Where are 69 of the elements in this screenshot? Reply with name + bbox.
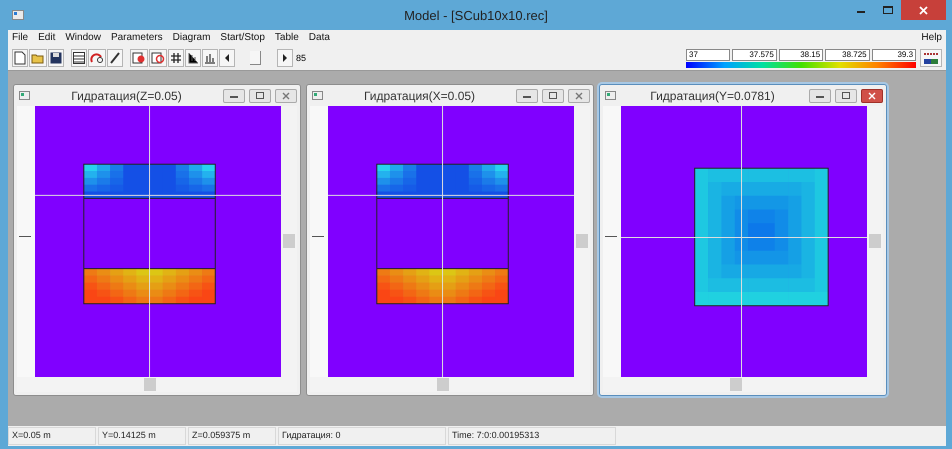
minimize-button[interactable] <box>516 88 538 102</box>
menu-item[interactable]: File <box>12 32 28 46</box>
plot-window[interactable]: Гидратация(Y=0.0781) <box>599 84 887 396</box>
app-icon <box>12 10 24 20</box>
right-arrow-icon <box>282 54 288 62</box>
maximize-button[interactable] <box>542 88 564 102</box>
auto-scale-icon[interactable] <box>920 49 942 67</box>
scroll-right-button[interactable] <box>277 49 293 67</box>
menu-item[interactable]: Edit <box>38 32 56 46</box>
minimize-button[interactable] <box>223 88 245 102</box>
plot-window-title: Гидратация(Y=0.0781) <box>649 88 776 102</box>
zoom-out-icon[interactable] <box>149 49 167 67</box>
plot-window[interactable]: Гидратация(Z=0.05) <box>13 84 301 396</box>
status-field: Time: 7:0:0.00195313 <box>448 427 616 445</box>
legend-label: 39.3 <box>872 48 916 60</box>
maximize-button[interactable] <box>249 88 271 102</box>
slider-thumb[interactable] <box>250 51 260 65</box>
close-icon <box>919 6 928 14</box>
new-file-icon[interactable] <box>12 49 28 67</box>
close-button[interactable] <box>568 88 590 102</box>
zoom-in-icon[interactable] <box>130 49 148 67</box>
menu-item[interactable]: Help <box>921 32 942 46</box>
window-icon <box>19 91 30 100</box>
chart-icon[interactable] <box>202 49 218 67</box>
close-icon <box>868 92 876 100</box>
close-button[interactable] <box>901 0 946 20</box>
close-button[interactable] <box>275 88 297 102</box>
save-icon[interactable] <box>48 49 64 67</box>
maximize-button[interactable] <box>835 88 857 102</box>
menu-item[interactable]: Parameters <box>110 32 163 46</box>
pencil-icon[interactable] <box>107 49 123 67</box>
axes-icon[interactable] <box>185 49 201 67</box>
legend-label: 38.725 <box>825 48 870 60</box>
menu-item[interactable]: Table <box>274 32 299 46</box>
plot-window-title: Гидратация(X=0.05) <box>362 88 476 102</box>
layer-slider[interactable] <box>310 106 328 377</box>
status-field: Гидратация: 0 <box>278 427 446 445</box>
maximize-icon <box>549 92 557 99</box>
menu-item[interactable]: Diagram <box>172 32 210 46</box>
menu-item[interactable]: Start/Stop <box>220 32 265 46</box>
minimize-button[interactable] <box>809 88 831 102</box>
legend-label: 38.15 <box>778 48 824 60</box>
close-icon <box>575 92 583 100</box>
status-field: X=0.05 m <box>8 427 96 445</box>
close-icon <box>282 92 290 100</box>
status-field: Y=0.14125 m <box>98 427 186 445</box>
layer-slider[interactable] <box>603 106 621 377</box>
plot-window-title: Гидратация(Z=0.05) <box>70 88 183 102</box>
menu-item[interactable]: Window <box>65 32 101 46</box>
close-button[interactable] <box>861 88 883 102</box>
plot-window[interactable]: Гидратация(X=0.05) <box>306 84 594 396</box>
step-value: 85 <box>296 53 306 63</box>
open-folder-icon[interactable] <box>29 49 47 67</box>
maximize-icon <box>256 92 264 99</box>
legend-label: 37 <box>686 48 730 60</box>
rotate-icon[interactable] <box>88 49 106 67</box>
scroll-left-button[interactable] <box>219 49 235 67</box>
status-field: Z=0.059375 m <box>188 427 276 445</box>
left-arrow-icon <box>224 54 230 62</box>
layer-slider[interactable] <box>17 106 35 377</box>
maximize-icon <box>842 92 850 99</box>
window-icon <box>312 91 323 100</box>
table-icon[interactable] <box>71 49 87 67</box>
maximize-icon <box>882 6 892 14</box>
window-title: Model - [SCub10x10.rec] <box>403 8 549 22</box>
menu-item[interactable]: Data <box>308 32 330 46</box>
window-icon <box>605 91 616 100</box>
legend-label: 37.575 <box>732 48 777 60</box>
grid-icon[interactable] <box>168 49 184 67</box>
